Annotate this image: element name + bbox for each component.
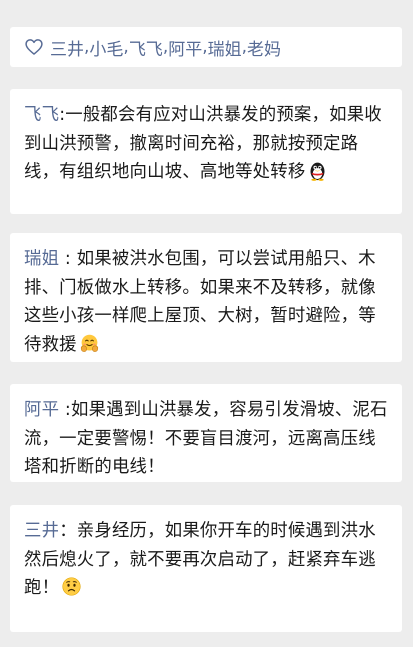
- comment-author[interactable]: 阿平: [24, 400, 59, 420]
- heart-outline-icon: [24, 37, 44, 57]
- like-name[interactable]: 三井: [50, 35, 84, 60]
- like-name[interactable]: 飞飞: [129, 35, 163, 60]
- like-name[interactable]: 老妈: [247, 35, 281, 60]
- hugging-face-emoji-icon: [79, 333, 100, 354]
- comment-author[interactable]: 瑞姐: [24, 249, 59, 269]
- likes-bar: 三井, 小毛, 飞飞, 阿平, 瑞姐, 老妈: [10, 27, 402, 67]
- worried-face-emoji-icon: [61, 576, 82, 597]
- comment-item[interactable]: 飞飞:一般都会有应对山洪暴发的预案，如果收到山洪预警，撤离时间充裕，那就按预定路…: [10, 89, 402, 214]
- comment-separator: :: [59, 400, 71, 420]
- comment-author[interactable]: 飞飞: [24, 105, 59, 125]
- comment-text: 如果遇到山洪暴发，容易引发滑坡、泥石流，一定要警惕！不要盲目渡河，远离高压线塔和…: [24, 400, 388, 477]
- comment-author[interactable]: 三井: [24, 521, 59, 541]
- like-name[interactable]: 小毛: [89, 35, 123, 60]
- comment-separator: :: [59, 249, 77, 269]
- like-name[interactable]: 瑞姐: [208, 35, 242, 60]
- penguin-emoji-icon: [307, 160, 328, 181]
- like-name[interactable]: 阿平: [168, 35, 202, 60]
- comment-separator: ：: [59, 521, 77, 541]
- comment-item[interactable]: 三井：亲身经历，如果你开车的时候遇到洪水然后熄火了，就不要再次启动了，赶紧弃车逃…: [10, 505, 402, 632]
- comment-item[interactable]: 阿平 :如果遇到山洪暴发，容易引发滑坡、泥石流，一定要警惕！不要盲目渡河，远离高…: [10, 384, 402, 482]
- comment-text: 如果被洪水包围，可以尝试用船只、木排、门板做水上转移。如果来不及转移，就像这些小…: [24, 249, 376, 355]
- comment-item[interactable]: 瑞姐 : 如果被洪水包围，可以尝试用船只、木排、门板做水上转移。如果来不及转移，…: [10, 233, 402, 362]
